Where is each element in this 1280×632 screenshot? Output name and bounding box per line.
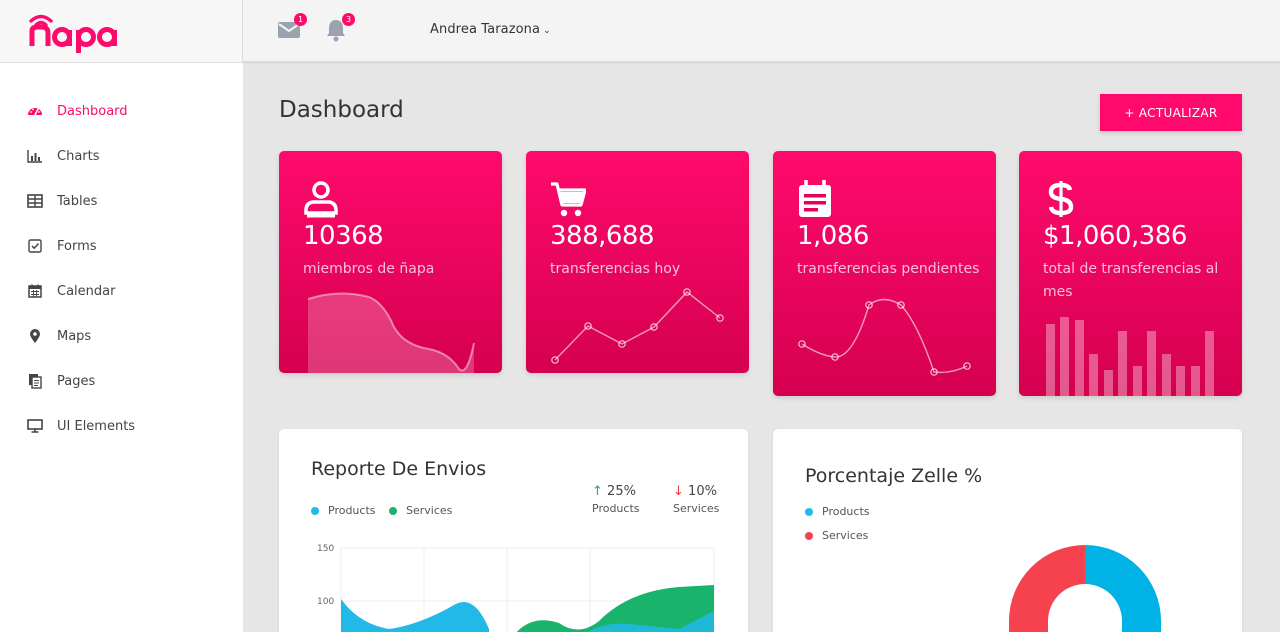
sidebar-item-label: Dashboard (57, 103, 128, 119)
notifications-button[interactable]: 3 (325, 13, 355, 44)
mail-badge: 1 (294, 13, 307, 26)
legend-label: Services (406, 504, 453, 517)
sidebar-item-ui-elements[interactable]: UI Elements (27, 414, 135, 438)
transfers-line-sparkline (551, 288, 724, 364)
legend-label: Products (328, 504, 376, 517)
pages-icon (29, 374, 42, 389)
monitor-icon (27, 419, 43, 433)
sidebar-item-charts[interactable]: Charts (27, 144, 100, 168)
trend-services: ↓ 10% Services (673, 484, 719, 515)
stat-label: miembros de ñapa (303, 261, 435, 277)
stat-label: transferencias pendientes (797, 261, 980, 277)
brand-area (0, 0, 243, 62)
sidebar-item-pages[interactable]: Pages (27, 369, 95, 393)
calendar-icon (28, 284, 42, 298)
bar-chart-icon (27, 150, 42, 163)
sidebar-item-tables[interactable]: Tables (27, 189, 97, 213)
legend-dot (311, 506, 319, 515)
legend-services: Services (805, 529, 868, 542)
products-area (341, 599, 489, 632)
stat-value: 388,688 (550, 221, 655, 251)
trend-caption: Services (673, 502, 720, 515)
sidebar: Dashboard Charts Tables Forms Calendar M… (0, 63, 243, 632)
shipping-report-panel: Reporte De Envios Products Services ↑ 25… (279, 429, 748, 632)
sidebar-item-label: Maps (57, 328, 92, 344)
trend-caption: Products (592, 502, 640, 515)
sidebar-item-forms[interactable]: Forms (27, 234, 97, 258)
sidebar-item-label: Charts (57, 148, 100, 164)
legend-services: Services (389, 504, 452, 517)
legend-label: Products (822, 505, 870, 518)
legend-dot (805, 507, 813, 516)
members-area-sparkline (307, 292, 475, 373)
user-icon (304, 181, 338, 218)
calendar-note-icon (799, 180, 831, 217)
stat-value: 1,086 (797, 221, 869, 251)
trend-percent: 10% (688, 484, 717, 499)
sidebar-item-label: Tables (57, 193, 98, 209)
legend-dot (805, 531, 813, 540)
stat-value: $1,060,386 (1043, 221, 1187, 251)
sidebar-item-dashboard[interactable]: Dashboard (27, 99, 128, 123)
page-title: Dashboard (279, 97, 404, 123)
arrow-up-icon: ↑ (592, 484, 603, 499)
legend-dot (389, 506, 397, 515)
legend-products: Products (805, 505, 870, 518)
donut-products-slice (1085, 545, 1161, 632)
panel-title: Porcentaje Zelle % (805, 465, 983, 487)
y-tick: 100 (317, 597, 334, 607)
trend-products: ↑ 25% Products (592, 484, 640, 515)
sidebar-item-label: Calendar (57, 283, 116, 299)
sidebar-item-label: UI Elements (57, 418, 136, 434)
stat-value: 10368 (303, 221, 384, 251)
sidebar-item-calendar[interactable]: Calendar (27, 279, 115, 303)
sidebar-item-label: Forms (57, 238, 97, 254)
stat-card-members: 10368 miembros de ñapa (279, 151, 502, 373)
sidebar-item-label: Pages (57, 373, 96, 389)
update-button[interactable]: + ACTUALIZAR (1100, 94, 1242, 131)
monthly-bar-sparkline (1046, 317, 1214, 396)
user-name: Andrea Tarazona (430, 22, 541, 37)
y-tick: 150 (317, 544, 334, 554)
legend-products: Products (311, 504, 376, 517)
stat-card-monthly-total: $1,060,386 total de transferencias al me… (1019, 151, 1242, 396)
zelle-donut-chart (1009, 545, 1161, 632)
speedometer-icon (28, 108, 42, 116)
napa-logo[interactable] (28, 6, 128, 56)
panel-title: Reporte De Envios (311, 458, 487, 480)
arrow-down-icon: ↓ (673, 484, 684, 499)
user-menu[interactable]: Andrea Tarazona ⌄ (430, 22, 551, 37)
map-pin-icon (30, 329, 40, 343)
cart-icon (551, 182, 586, 217)
dollar-icon (1048, 181, 1074, 217)
top-bar: 1 3 Andrea Tarazona ⌄ (0, 0, 1280, 62)
pending-curve-sparkline (798, 298, 971, 376)
notifications-badge: 3 (342, 13, 355, 26)
stat-card-pending-transfers: 1,086 transferencias pendientes (773, 151, 996, 396)
chevron-down-icon: ⌄ (543, 26, 551, 36)
stat-label: total de transferencias al mes (1043, 261, 1219, 300)
table-icon (27, 194, 43, 208)
sidebar-item-maps[interactable]: Maps (27, 324, 91, 348)
donut-services-slice (1009, 545, 1085, 632)
mail-button[interactable]: 1 (277, 13, 307, 44)
trend-percent: 25% (607, 484, 636, 499)
legend-label: Services (822, 529, 869, 542)
checkbox-icon (28, 239, 42, 253)
stat-card-transfers-today: 388,688 transferencias hoy (526, 151, 749, 373)
shipping-area-chart: 150 100 (317, 544, 715, 632)
zelle-percentage-panel: Porcentaje Zelle % Products Services (773, 429, 1242, 632)
